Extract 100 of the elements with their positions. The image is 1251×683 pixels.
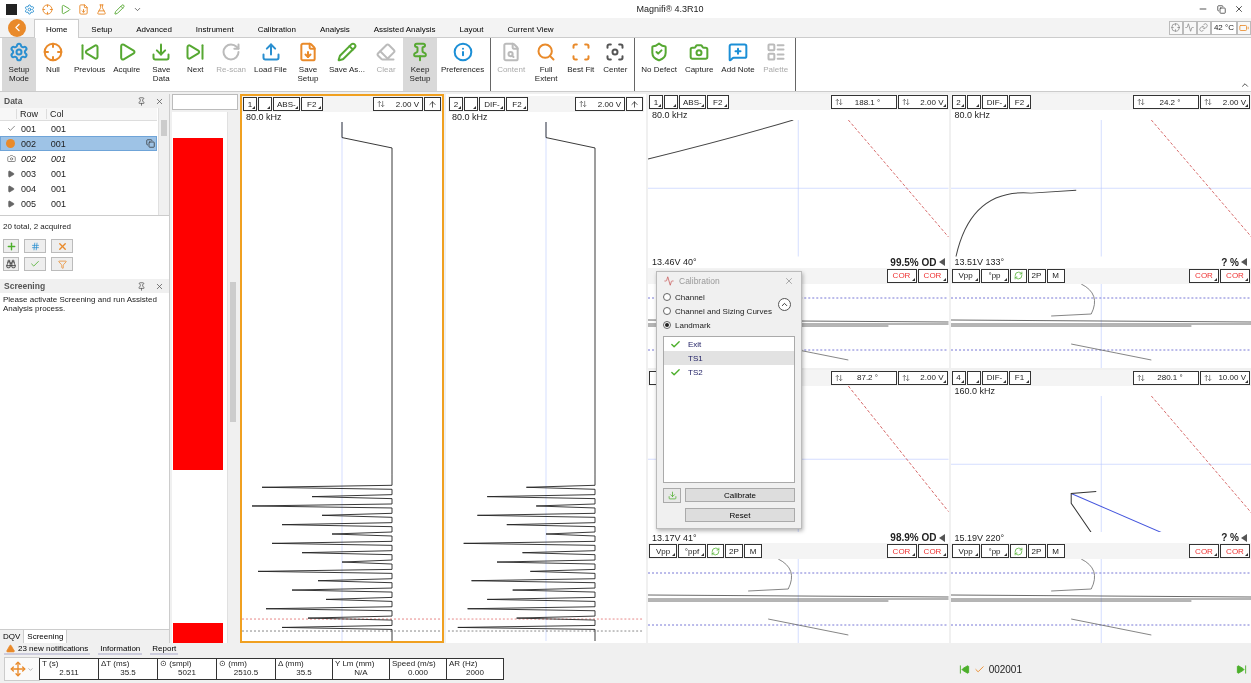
restore-icon[interactable] — [1215, 3, 1227, 15]
frequency-selector[interactable]: F2 — [706, 95, 729, 109]
data-row[interactable]: 001 001 — [0, 121, 157, 136]
panel-tab[interactable]: DQV — [0, 630, 25, 643]
dropdown[interactable] — [966, 95, 981, 109]
reset-button[interactable]: Reset — [685, 508, 795, 522]
ribbon-tab[interactable]: Setup — [79, 19, 125, 38]
radio-option[interactable]: Landmark — [663, 318, 795, 332]
pencil-icon[interactable] — [113, 3, 125, 15]
number-menu-button[interactable] — [24, 239, 46, 253]
crosshair-icon[interactable] — [41, 3, 53, 15]
rotation-field[interactable]: 87.2 ° — [830, 370, 897, 385]
correction-selector[interactable]: COR — [1189, 268, 1219, 283]
mode-button[interactable]: 2P — [1027, 268, 1046, 283]
move-button[interactable] — [4, 657, 40, 681]
ribbon-button[interactable]: Save Data — [144, 38, 179, 91]
frequency-selector[interactable]: F2 — [506, 97, 528, 111]
ribbon-button[interactable]: Best Fit — [563, 38, 599, 91]
channel-selector[interactable]: 1 — [649, 95, 663, 109]
scale-field[interactable]: 2.00 V — [897, 95, 948, 109]
correction-selector[interactable]: COR — [917, 268, 948, 283]
ribbon-button[interactable]: Keep Setup — [403, 38, 437, 91]
mode-selector[interactable]: DIF- — [981, 95, 1008, 109]
pin-icon[interactable] — [135, 95, 147, 107]
pin-icon[interactable] — [135, 280, 147, 292]
landmark-item[interactable]: Exit — [664, 337, 794, 351]
unit-selector[interactable]: °pp — [980, 544, 1009, 558]
input-field[interactable] — [172, 94, 238, 110]
mode-selector[interactable]: DIF- — [981, 370, 1008, 385]
ribbon-button[interactable]: Add Note — [717, 38, 759, 91]
mode-selector[interactable]: DIF- — [479, 97, 505, 111]
collapse-button[interactable] — [778, 298, 791, 311]
scale-field[interactable]: 2.00 V — [575, 97, 625, 111]
ribbon-tab[interactable]: Calibration — [245, 19, 308, 38]
channel-selector[interactable]: 2 — [449, 97, 463, 111]
unit-selector[interactable]: Vpp — [649, 544, 677, 558]
scale-field[interactable]: 10.00 V — [1200, 370, 1250, 385]
ribbon-button[interactable]: Load File — [250, 38, 291, 91]
ribbon-button[interactable]: Capture — [680, 38, 718, 91]
close-icon[interactable] — [1233, 3, 1245, 15]
rotation-field[interactable]: 24.2 ° — [1133, 95, 1199, 109]
ribbon-tab[interactable]: Current View — [495, 19, 566, 38]
correction-selector[interactable]: COR — [917, 544, 948, 558]
next-icon[interactable] — [1236, 663, 1247, 675]
ribbon-tab[interactable]: Instrument — [183, 19, 246, 38]
delete-button[interactable] — [51, 239, 73, 253]
unit-selector[interactable]: °pp — [980, 268, 1009, 283]
flask-icon[interactable] — [95, 3, 107, 15]
mode-button[interactable]: M — [1046, 268, 1065, 283]
unit-selector[interactable]: °ppf — [678, 544, 706, 558]
correction-selector[interactable]: COR — [1189, 544, 1219, 558]
ribbon-button[interactable]: Center — [598, 38, 633, 91]
mode-button[interactable]: 2P — [1027, 544, 1046, 558]
filter-menu-button[interactable] — [51, 257, 73, 271]
data-row[interactable]: 003 001 — [0, 166, 157, 181]
rotation-field[interactable]: 188.1 ° — [830, 95, 897, 109]
dropdown[interactable] — [464, 97, 478, 111]
data-row[interactable]: 004 001 — [0, 181, 157, 196]
correction-selector[interactable]: COR — [1220, 544, 1250, 558]
ribbon-tab[interactable]: Analysis — [307, 19, 362, 38]
scale-field[interactable]: 2.00 V — [373, 97, 423, 111]
landmark-item[interactable]: TS2 — [664, 365, 794, 379]
ribbon-button[interactable]: Previous — [70, 38, 110, 91]
unit-selector[interactable]: Vpp — [951, 544, 980, 558]
correction-selector[interactable]: COR — [886, 544, 917, 558]
data-row[interactable]: 002 001 — [0, 151, 157, 166]
dropdown[interactable] — [258, 97, 272, 111]
up-arrow-button[interactable] — [626, 97, 643, 111]
file-icon[interactable] — [77, 3, 89, 15]
ribbon-tab[interactable]: Advanced — [124, 19, 184, 38]
dropdown[interactable] — [664, 95, 678, 109]
unit-selector[interactable]: Vpp — [951, 268, 980, 283]
correction-selector[interactable]: COR — [1220, 268, 1250, 283]
radio-option[interactable]: Channel and Sizing Curves — [663, 304, 795, 318]
channel-selector[interactable]: 4 — [951, 370, 966, 385]
import-button[interactable] — [663, 488, 681, 503]
mode-button[interactable]: M — [744, 544, 762, 558]
landmark-item[interactable]: TS1 — [664, 351, 794, 365]
data-row[interactable]: 002 001 — [0, 136, 157, 151]
ribbon-button[interactable]: Setup Mode — [2, 38, 36, 91]
scale-field[interactable]: 2.00 V — [897, 370, 948, 385]
up-arrow-button[interactable] — [424, 97, 441, 111]
mode-button[interactable]: M — [1046, 544, 1065, 558]
frequency-selector[interactable]: F2 — [300, 97, 323, 111]
check-menu-button[interactable] — [24, 257, 46, 271]
binoculars-button[interactable] — [3, 257, 19, 271]
ribbon-tab[interactable]: Home — [34, 19, 80, 38]
strip-chart-panel[interactable]: 1 ABS- F2 2.00 V 80.0 kHz — [240, 94, 444, 643]
frequency-selector[interactable]: F2 — [1008, 95, 1031, 109]
correction-selector[interactable]: COR — [886, 268, 917, 283]
play-icon[interactable] — [59, 3, 71, 15]
channel-selector[interactable]: 2 — [951, 95, 966, 109]
dropdown[interactable] — [966, 370, 981, 385]
ribbon-button[interactable]: No Defect — [637, 38, 681, 91]
ribbon-tab[interactable]: Layout — [447, 19, 496, 38]
ribbon-button[interactable]: Next — [178, 38, 213, 91]
panel-tab[interactable]: Screening — [24, 630, 68, 643]
ribbon-button[interactable]: Save As... — [324, 38, 369, 91]
channel-selector[interactable]: 1 — [243, 97, 257, 111]
gear-icon[interactable] — [23, 3, 35, 15]
